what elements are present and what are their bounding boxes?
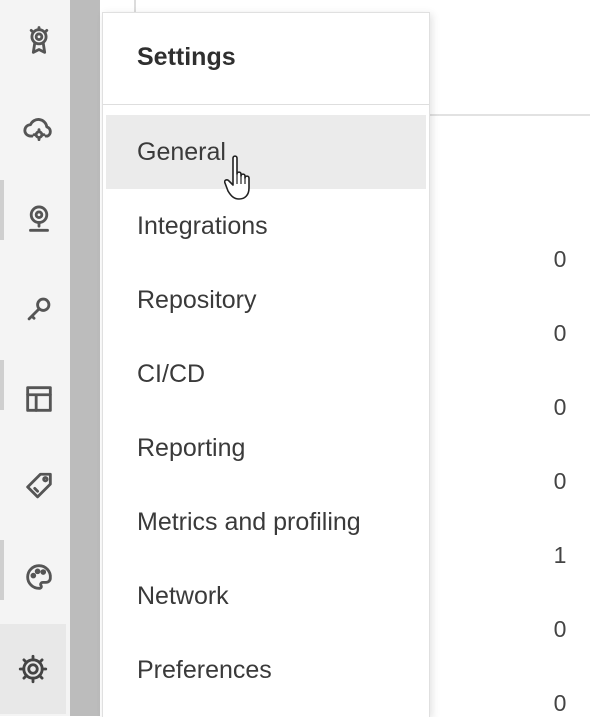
award-icon[interactable]	[16, 18, 62, 64]
rail-edge-mark	[0, 540, 4, 600]
background-count: 1	[553, 542, 567, 568]
menu-item-repository[interactable]: Repository	[106, 263, 426, 337]
background-count: 0	[553, 616, 567, 642]
tag-icon[interactable]	[16, 464, 62, 510]
background-count: 0	[553, 690, 567, 716]
menu-item-ci-cd[interactable]: CI/CD	[106, 337, 426, 411]
scrollbar-strip	[70, 0, 100, 716]
background-count: 0	[553, 246, 567, 272]
menu-item-metrics-and-profiling[interactable]: Metrics and profiling	[106, 485, 426, 559]
menu-item-integrations[interactable]: Integrations	[106, 189, 426, 263]
location-pin-icon[interactable]	[16, 196, 62, 242]
background-count: 0	[553, 468, 567, 494]
menu-divider	[103, 104, 429, 105]
background-count: 0	[553, 394, 567, 420]
layout-icon[interactable]	[16, 376, 62, 422]
settings-menu-title: Settings	[137, 43, 236, 71]
rail-edge-mark	[0, 180, 4, 240]
settings-flyout-menu: Settings General Integrations Repository…	[102, 12, 430, 717]
menu-item-reporting[interactable]: Reporting	[106, 411, 426, 485]
gear-icon[interactable]	[0, 624, 66, 714]
palette-icon[interactable]	[16, 554, 62, 600]
menu-item-network[interactable]: Network	[106, 559, 426, 633]
menu-item-general[interactable]: General	[106, 115, 426, 189]
icon-sidebar	[0, 0, 70, 716]
menu-item-preferences[interactable]: Preferences	[106, 633, 426, 707]
background-divider	[428, 114, 590, 116]
hand-cursor-icon	[224, 155, 250, 200]
key-icon[interactable]	[16, 286, 62, 332]
rail-edge-mark	[0, 360, 4, 410]
cloud-gear-icon[interactable]	[16, 106, 62, 152]
background-count: 0	[553, 320, 567, 346]
